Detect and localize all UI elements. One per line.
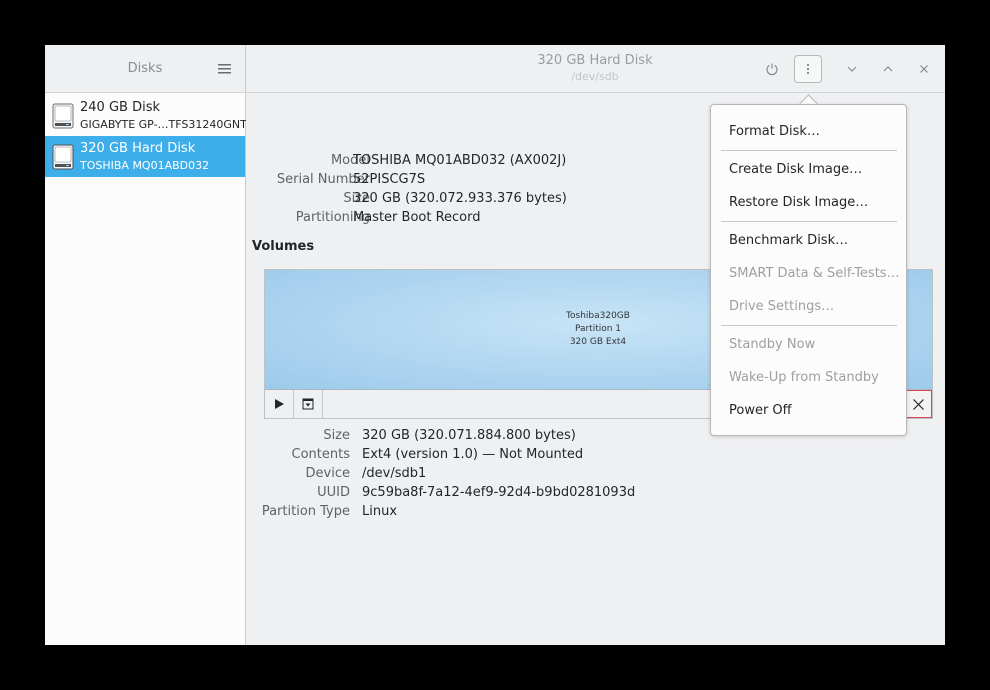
disk-list-sidebar: 240 GB Disk GIGABYTE GP-…TFS31240GNTD 32…: [45, 93, 255, 645]
drive-options-menu: Format Disk… Create Disk Image… Restore …: [710, 104, 907, 436]
partition-type-label: Partition Type: [261, 504, 350, 519]
partition-size-label: Size: [323, 428, 350, 443]
menu-separator: [721, 150, 897, 151]
close-window-button[interactable]: [910, 55, 938, 83]
model-value: TOSHIBA MQ01ABD032 (AX002J): [353, 153, 567, 168]
delete-partition-button[interactable]: [905, 390, 932, 418]
menu-item-benchmark-disk[interactable]: Benchmark Disk…: [729, 232, 899, 250]
menu-separator: [721, 221, 897, 222]
drive-options-button[interactable]: [794, 55, 822, 83]
menu-item-standby-now: Standby Now: [729, 337, 816, 352]
uuid-value: 9c59ba8f-7a12-4ef9-92d4-b9bd0281093d: [362, 485, 636, 500]
size-value: 320 GB (320.072.933.376 bytes): [353, 191, 567, 206]
partition-label-size: 320 GB Ext4: [569, 337, 627, 347]
kebab-menu-icon: [807, 64, 809, 74]
disk-name: 320 GB Hard Disk: [80, 141, 196, 156]
partitioning-value: Master Boot Record: [353, 210, 481, 225]
power-button[interactable]: [758, 55, 786, 83]
uuid-label: UUID: [317, 485, 350, 500]
menu-separator: [721, 325, 897, 326]
play-icon: [275, 399, 284, 409]
partition-label-name: Toshiba320GB: [566, 311, 630, 321]
mount-button[interactable]: [265, 390, 294, 418]
menu-item-restore-disk-image[interactable]: Restore Disk Image…: [729, 194, 899, 212]
partition-options-button[interactable]: [294, 390, 323, 418]
disk-model: TOSHIBA MQ01ABD032: [80, 159, 210, 172]
menu-item-wake-up: Wake-Up from Standby: [729, 370, 879, 385]
partition-label: Toshiba320GB Partition 1 320 GB Ext4: [498, 310, 698, 349]
disk-item-240gb[interactable]: 240 GB Disk GIGABYTE GP-…TFS31240GNTD: [45, 95, 255, 136]
maximize-button[interactable]: [874, 55, 902, 83]
hard-disk-icon: [52, 103, 74, 129]
menu-item-format-disk[interactable]: Format Disk…: [729, 123, 899, 141]
device-value: /dev/sdb1: [362, 466, 427, 481]
menu-item-drive-settings: Drive Settings…: [729, 299, 835, 314]
partition-size-value: 320 GB (320.071.884.800 bytes): [362, 428, 576, 443]
close-icon: [920, 65, 928, 73]
chevron-up-icon: [883, 66, 893, 72]
partition-type-value: Linux: [362, 504, 398, 519]
sidebar-header: Disks: [45, 45, 246, 92]
menu-item-power-off[interactable]: Power Off: [729, 402, 899, 420]
disk-model: GIGABYTE GP-…TFS31240GNTD: [80, 118, 256, 131]
hard-disk-icon: [52, 144, 74, 170]
contents-value: Ext4 (version 1.0) — Not Mounted: [362, 447, 584, 462]
contents-label: Contents: [291, 447, 350, 462]
device-label: Device: [305, 466, 350, 481]
serial-value: 52PISCG7S: [353, 172, 426, 187]
header-bar: Disks 320 GB Hard Disk /dev/sdb: [45, 45, 945, 93]
gear-menu-icon: [302, 398, 314, 410]
disk-item-320gb[interactable]: 320 GB Hard Disk TOSHIBA MQ01ABD032: [45, 136, 245, 177]
menu-item-smart-data: SMART Data & Self-Tests…: [729, 266, 900, 281]
hamburger-menu-icon[interactable]: [215, 59, 235, 79]
minimize-button[interactable]: [838, 55, 866, 83]
volumes-heading: Volumes: [252, 239, 315, 254]
menu-item-create-disk-image[interactable]: Create Disk Image…: [729, 161, 899, 179]
close-icon: [913, 398, 924, 410]
chevron-down-icon: [847, 66, 857, 72]
disk-name: 240 GB Disk: [80, 100, 160, 115]
partition-label-number: Partition 1: [574, 324, 622, 334]
power-icon: [766, 63, 778, 76]
